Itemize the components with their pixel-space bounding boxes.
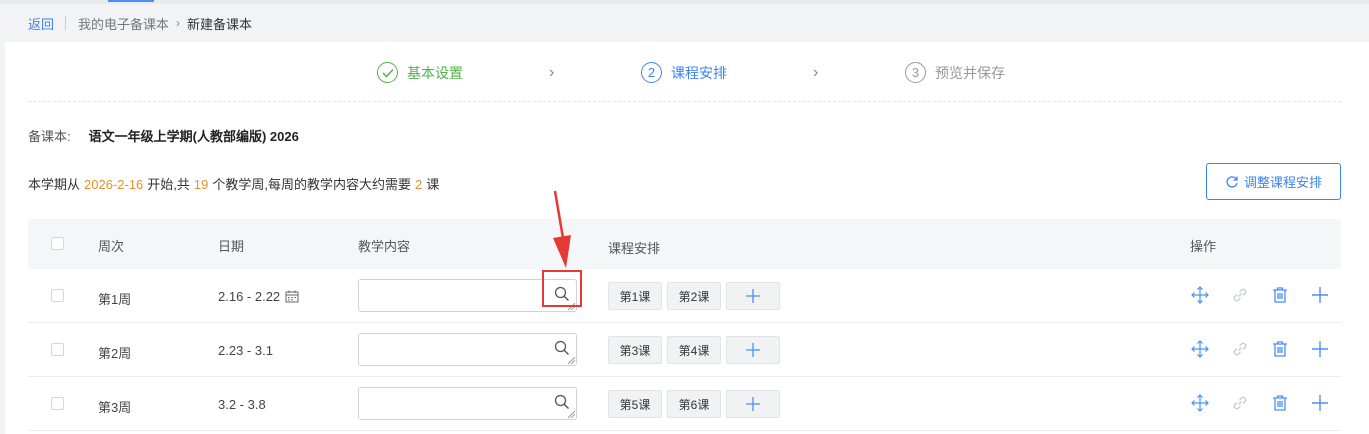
table-row: 第3周 3.2 - 3.8 第5课 第6课: [28, 377, 1341, 431]
table-row: 第2周 2.23 - 3.1 第3课 第4课: [28, 323, 1341, 377]
breadcrumb-divider: [65, 16, 67, 30]
header-actions: 操作: [1190, 239, 1217, 254]
book-name: 语文一年级上学期(人教部编版) 2026: [88, 129, 299, 144]
add-lesson-button[interactable]: [726, 336, 780, 364]
add-icon[interactable]: [1311, 286, 1329, 304]
week-cell: 第1周: [98, 292, 132, 307]
top-accent: [108, 0, 154, 2]
plus-icon: [746, 289, 760, 303]
content-input[interactable]: [358, 333, 577, 366]
date-text: 2.16 - 2.22: [218, 289, 281, 304]
book-info: 备课本: 语文一年级上学期(人教部编版) 2026: [28, 126, 299, 145]
link-icon[interactable]: [1231, 286, 1249, 304]
delete-icon[interactable]: [1271, 394, 1289, 412]
row-checkbox[interactable]: [51, 397, 64, 410]
search-icon[interactable]: [554, 394, 570, 410]
step-label: 课程安排: [671, 64, 727, 81]
divider: [28, 101, 1341, 102]
step-course-schedule[interactable]: 2 课程安排: [641, 62, 727, 83]
date-cell: 2.16 - 2.22: [218, 289, 299, 304]
refresh-icon: [1225, 175, 1239, 189]
add-icon[interactable]: [1311, 394, 1329, 412]
calendar-icon[interactable]: [285, 290, 299, 303]
header-schedule: 课程安排: [608, 241, 661, 256]
adjust-button-label: 调整课程安排: [1243, 175, 1322, 190]
info-text: 个教学周,每周的教学内容大约需要: [212, 177, 412, 192]
start-date: 2026-2-16: [84, 177, 144, 192]
adjust-schedule-button[interactable]: 调整课程安排: [1206, 163, 1341, 200]
delete-icon[interactable]: [1271, 286, 1289, 304]
semester-info: 本学期从 2026-2-16 开始,共 19 个教学周,每周的教学内容大约需要 2 课: [28, 174, 439, 193]
week-cell: 第3周: [98, 400, 132, 415]
plus-icon: [746, 397, 760, 411]
week-cell: 第2周: [98, 346, 132, 361]
breadcrumb: 返回 我的电子备课本 › 新建备课本: [0, 4, 1369, 42]
resize-grip-icon[interactable]: [568, 411, 575, 418]
lesson-tag[interactable]: 第4课: [667, 336, 721, 364]
delete-icon[interactable]: [1271, 340, 1289, 358]
date-text: 3.2 - 3.8: [218, 397, 266, 412]
resize-grip-icon[interactable]: [568, 303, 575, 310]
table-row: 第1周 2.16 - 2.22 第1课 第2课: [28, 269, 1341, 323]
stepper: 基本设置 › 2 课程安排 › 3 预览并保存: [5, 42, 1369, 102]
step-preview-save[interactable]: 3 预览并保存: [905, 62, 1005, 83]
info-text: 开始,共: [147, 177, 190, 192]
add-lesson-button[interactable]: [726, 282, 780, 310]
check-icon: [377, 62, 398, 83]
row-checkbox[interactable]: [51, 289, 64, 302]
chevron-right-icon: ›: [549, 64, 555, 81]
move-icon[interactable]: [1191, 394, 1209, 412]
lesson-tag[interactable]: 第3课: [608, 336, 662, 364]
date-cell: 2.23 - 3.1: [218, 343, 273, 358]
content-input[interactable]: [358, 279, 577, 312]
lesson-count: 2: [415, 177, 423, 192]
link-icon[interactable]: [1231, 340, 1249, 358]
schedule-table: 周次 日期 教学内容 课程安排 操作 第1周 2.16 - 2.22 第1课 第2课…: [28, 219, 1341, 431]
lesson-tag[interactable]: 第1课: [608, 282, 662, 310]
add-lesson-button[interactable]: [726, 390, 780, 418]
move-icon[interactable]: [1191, 286, 1209, 304]
breadcrumb-parent[interactable]: 我的电子备课本: [78, 14, 169, 33]
move-icon[interactable]: [1191, 340, 1209, 358]
search-icon[interactable]: [554, 340, 570, 356]
table-header: 周次 日期 教学内容 课程安排 操作: [28, 219, 1341, 269]
content-input[interactable]: [358, 387, 577, 420]
date-cell: 3.2 - 3.8: [218, 397, 266, 412]
info-prefix: 本学期从: [28, 177, 81, 192]
row-checkbox[interactable]: [51, 343, 64, 356]
header-date: 日期: [218, 239, 245, 254]
step-number: 2: [641, 62, 662, 83]
main-panel: 基本设置 › 2 课程安排 › 3 预览并保存 备课本: 语文一年级上学期(人教部…: [5, 42, 1369, 434]
header-week: 周次: [98, 239, 125, 254]
header-content: 教学内容: [358, 239, 411, 254]
chevron-right-icon: ›: [176, 16, 181, 30]
lesson-tag[interactable]: 第6课: [667, 390, 721, 418]
breadcrumb-current: 新建备课本: [187, 16, 253, 32]
date-text: 2.23 - 3.1: [218, 343, 273, 358]
lesson-tag[interactable]: 第2课: [667, 282, 721, 310]
step-basic-settings[interactable]: 基本设置: [377, 62, 463, 83]
step-label: 基本设置: [407, 64, 463, 81]
link-icon[interactable]: [1231, 394, 1249, 412]
info-suffix: 课: [426, 177, 440, 192]
week-count: 19: [193, 177, 209, 192]
resize-grip-icon[interactable]: [568, 357, 575, 364]
search-icon[interactable]: [554, 286, 570, 302]
plus-icon: [746, 343, 760, 357]
chevron-right-icon: ›: [813, 64, 819, 81]
book-label: 备课本:: [28, 129, 71, 144]
lesson-tag[interactable]: 第5课: [608, 390, 662, 418]
step-label: 预览并保存: [935, 64, 1005, 81]
back-link[interactable]: 返回: [28, 14, 54, 33]
step-number: 3: [905, 62, 926, 83]
add-icon[interactable]: [1311, 340, 1329, 358]
select-all-checkbox[interactable]: [51, 237, 64, 250]
